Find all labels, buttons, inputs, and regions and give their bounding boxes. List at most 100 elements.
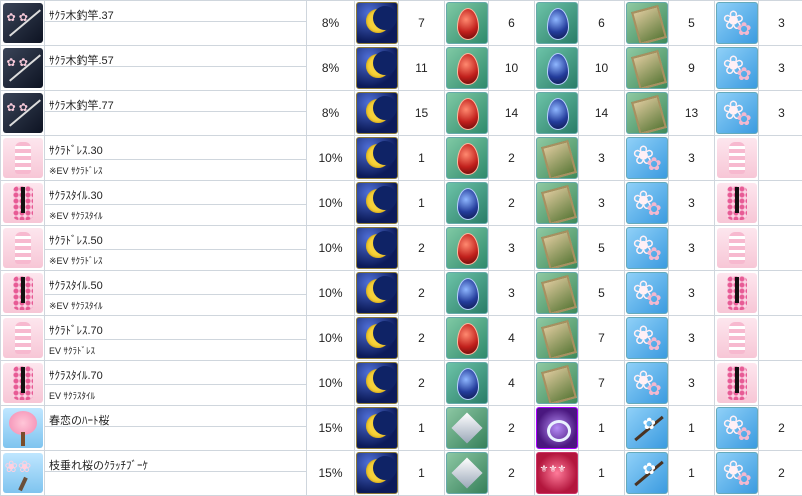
- sakura-flower-icon: [716, 92, 758, 134]
- quantity-cell: 3: [669, 316, 715, 361]
- sakura-dress-icon: [3, 138, 43, 178]
- item-name-cell: ｻｸﾗｽﾀｲﾙ.30※EV ｻｸﾗｽﾀｲﾙ: [45, 181, 307, 226]
- quantity-cell: 2: [399, 226, 445, 271]
- ring-icon: [536, 407, 578, 449]
- quantity-cell: 14: [489, 91, 535, 136]
- sakura-branch-icon: [626, 407, 668, 449]
- sakura-flower-icon: [716, 2, 758, 44]
- quantity-cell: 7: [579, 316, 625, 361]
- item-name: ｻｸﾗｽﾀｲﾙ.70: [45, 361, 306, 381]
- quantity-cell: 11: [399, 46, 445, 91]
- sakura-style-icon: [3, 273, 43, 313]
- quantity-cell: 2: [399, 316, 445, 361]
- rate-cell: 15%: [307, 451, 355, 496]
- rate-cell: 8%: [307, 1, 355, 46]
- diamond-icon: [446, 452, 488, 494]
- card-icon: [536, 317, 578, 359]
- quantity-cell: 2: [399, 271, 445, 316]
- quantity-cell: 3: [669, 271, 715, 316]
- diamond-icon: [446, 407, 488, 449]
- quantity-cell: 3: [489, 271, 535, 316]
- moon-icon: [356, 362, 398, 404]
- item-note: ※EV ｻｸﾗｽﾀｲﾙ: [45, 294, 306, 313]
- rate-cell: 10%: [307, 136, 355, 181]
- moon-icon: [356, 452, 398, 494]
- quantity-cell: 3: [759, 1, 802, 46]
- sakura-dress-icon: [717, 318, 757, 358]
- rate-cell: 10%: [307, 316, 355, 361]
- quantity-cell: 6: [489, 1, 535, 46]
- quantity-cell: 3: [579, 136, 625, 181]
- quantity-cell: 1: [399, 406, 445, 451]
- table-row: ｻｸﾗﾄﾞﾚｽ.50※EV ｻｸﾗﾄﾞﾚｽ10%2353: [1, 226, 802, 271]
- item-name-cell: ｻｸﾗﾄﾞﾚｽ.50※EV ｻｸﾗﾄﾞﾚｽ: [45, 226, 307, 271]
- sakura-dress-icon: [717, 138, 757, 178]
- heart-sakura-tree-icon: [3, 408, 43, 448]
- item-name-cell: ｻｸﾗ木釣竿.57: [45, 46, 307, 91]
- item-name-cell: ｻｸﾗｽﾀｲﾙ.50 ※EV ｻｸﾗｽﾀｲﾙ: [45, 271, 307, 316]
- sakura-branch-icon: [626, 452, 668, 494]
- quantity-cell: [759, 316, 802, 361]
- quantity-cell: 1: [669, 406, 715, 451]
- card-icon: [536, 182, 578, 224]
- quantity-cell: 1: [579, 451, 625, 496]
- table-row: ｻｸﾗ木釣竿.778%151414133: [1, 91, 802, 136]
- quantity-cell: 1: [669, 451, 715, 496]
- moon-icon: [356, 92, 398, 134]
- table-row: 枝垂れ桜のｸﾗｯﾁﾌﾞｰｹ15%12112: [1, 451, 802, 496]
- sakura-style-icon: [717, 273, 757, 313]
- item-note: ※EV ｻｸﾗﾄﾞﾚｽ: [45, 159, 306, 178]
- sakura-style-icon: [717, 363, 757, 403]
- sakura-style-icon: [3, 363, 43, 403]
- card-icon: [536, 137, 578, 179]
- item-name-cell: ｻｸﾗﾄﾞﾚｽ.30 ※EV ｻｸﾗﾄﾞﾚｽ: [45, 136, 307, 181]
- red-gem-icon: [446, 137, 488, 179]
- table-row: ｻｸﾗｽﾀｲﾙ.30※EV ｻｸﾗｽﾀｲﾙ10%1233: [1, 181, 802, 226]
- rate-cell: 8%: [307, 91, 355, 136]
- table-row: ｻｸﾗｽﾀｲﾙ.70EV ｻｸﾗｽﾀｲﾙ10%2473: [1, 361, 802, 406]
- rate-cell: 8%: [307, 46, 355, 91]
- table-row: ｻｸﾗ木釣竿.378%76653: [1, 1, 802, 46]
- item-name: ｻｸﾗｽﾀｲﾙ.50: [45, 271, 306, 291]
- quantity-cell: 15: [399, 91, 445, 136]
- table-row: ｻｸﾗﾄﾞﾚｽ.30※EV ｻｸﾗﾄﾞﾚｽ10%1233: [1, 136, 802, 181]
- moon-icon: [356, 272, 398, 314]
- red-gem-icon: [446, 2, 488, 44]
- red-gem-icon: [446, 317, 488, 359]
- quantity-cell: 1: [579, 406, 625, 451]
- blue-gem-icon: [446, 182, 488, 224]
- crest-icon: [536, 452, 578, 494]
- quantity-cell: 13: [669, 91, 715, 136]
- fishing-rod-icon: [3, 3, 43, 43]
- card-icon: [536, 362, 578, 404]
- quantity-cell: 7: [579, 361, 625, 406]
- quantity-cell: 7: [399, 1, 445, 46]
- rate-cell: 10%: [307, 226, 355, 271]
- quantity-cell: 5: [669, 1, 715, 46]
- quantity-cell: 1: [399, 451, 445, 496]
- moon-icon: [356, 47, 398, 89]
- moon-icon: [356, 182, 398, 224]
- item-name: ｻｸﾗ木釣竿.77: [45, 91, 306, 112]
- item-name-cell: ｻｸﾗ木釣竿.77: [45, 91, 307, 136]
- item-name: ｻｸﾗﾄﾞﾚｽ.30: [45, 136, 306, 156]
- item-note: EV ｻｸﾗｽﾀｲﾙ: [45, 384, 306, 403]
- item-name: 春恋のﾊｰﾄ桜: [45, 406, 306, 427]
- quantity-cell: [759, 136, 802, 181]
- quantity-cell: 3: [759, 91, 802, 136]
- moon-icon: [356, 407, 398, 449]
- card-icon: [536, 227, 578, 269]
- sakura-flower-icon: [716, 452, 758, 494]
- quantity-cell: 3: [669, 136, 715, 181]
- blue-gem-icon: [536, 92, 578, 134]
- sakura-dress-icon: [717, 228, 757, 268]
- quantity-cell: 2: [489, 406, 535, 451]
- item-name-cell: ｻｸﾗﾄﾞﾚｽ.70EV ｻｸﾗﾄﾞﾚｽ: [45, 316, 307, 361]
- quantity-cell: 2: [489, 451, 535, 496]
- item-name: 枝垂れ桜のｸﾗｯﾁﾌﾞｰｹ: [45, 451, 306, 472]
- red-gem-icon: [446, 227, 488, 269]
- item-note: ※EV ｻｸﾗｽﾀｲﾙ: [45, 204, 306, 223]
- sakura-dress-icon: [3, 228, 43, 268]
- moon-icon: [356, 317, 398, 359]
- quantity-cell: 5: [579, 226, 625, 271]
